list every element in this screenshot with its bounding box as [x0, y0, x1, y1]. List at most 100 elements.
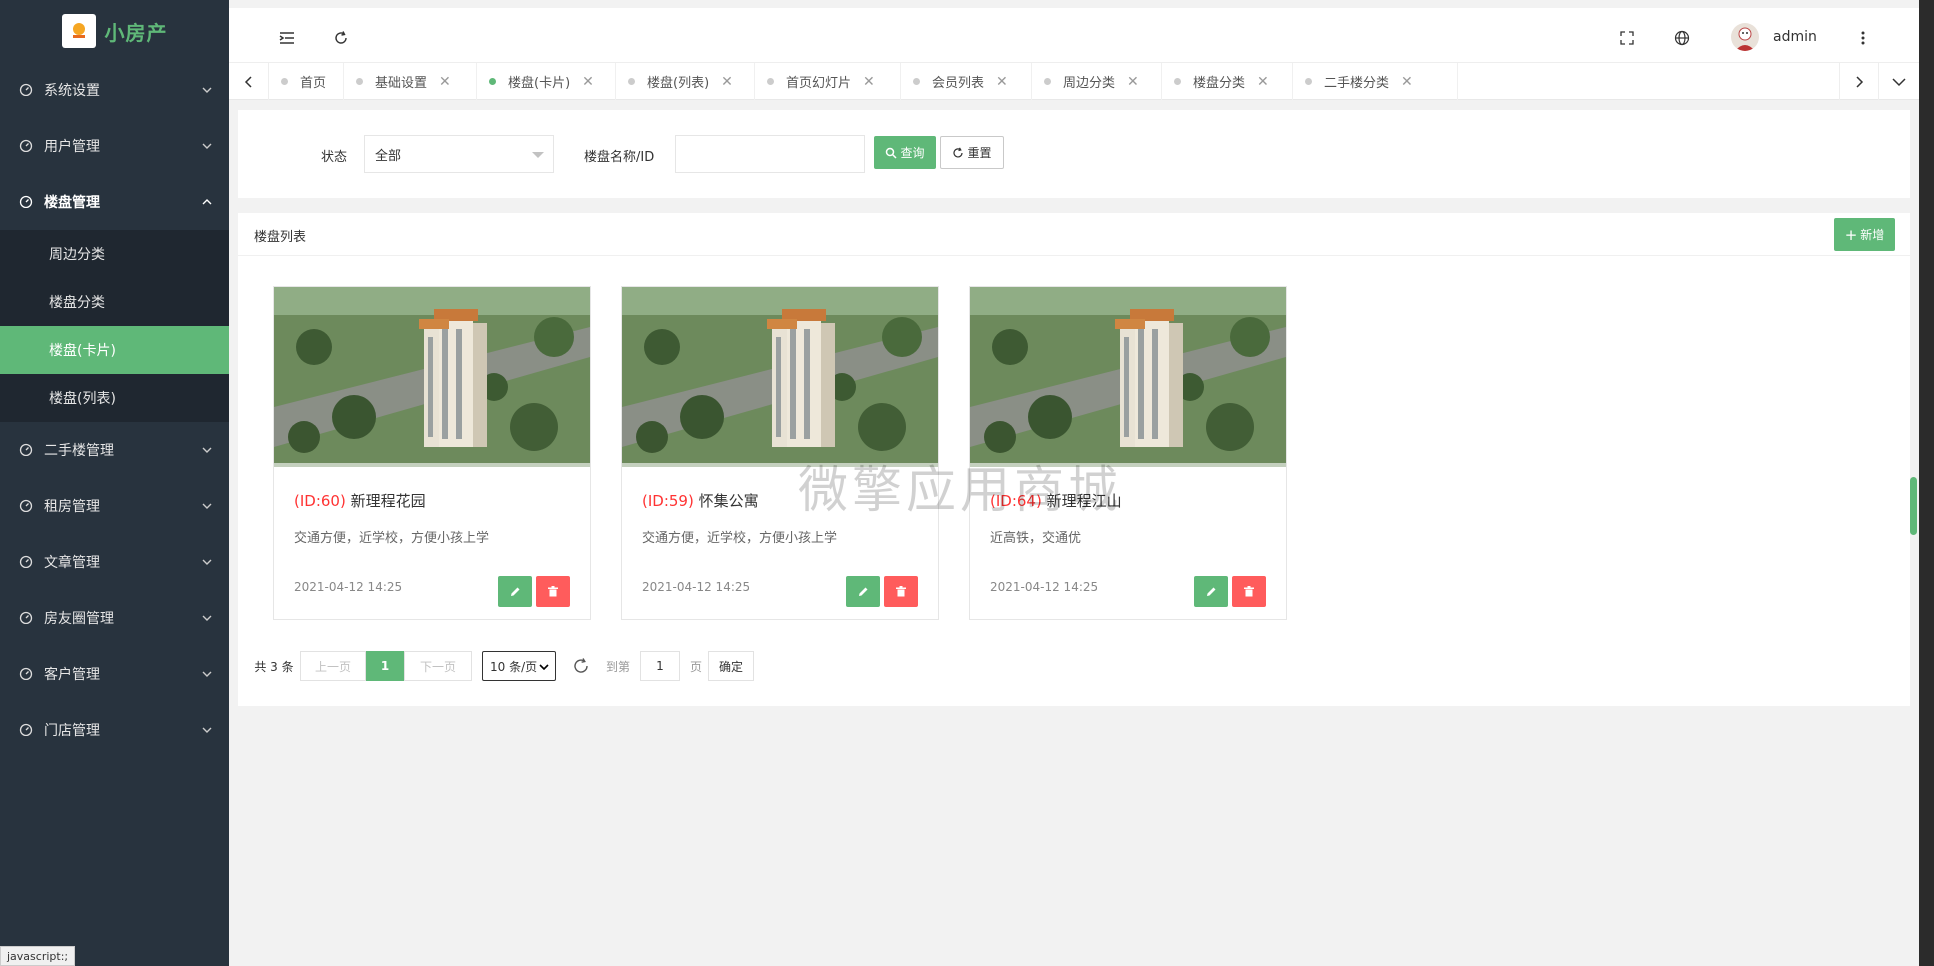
sidebar-item-system-settings[interactable]: 系统设置 — [0, 62, 229, 118]
sidebar-item-property-list[interactable]: 楼盘(列表) — [0, 374, 229, 422]
reset-button-label: 重置 — [967, 146, 992, 160]
tab-label: 楼盘分类 — [1193, 76, 1246, 91]
delete-button[interactable] — [536, 576, 570, 607]
tab-property-category[interactable]: 楼盘分类 ✕ — [1162, 63, 1293, 100]
app-root: 小房产 系统设置 用户管理 楼盘管理 周边分类 楼盘分类 楼盘(卡片) 楼盘(列… — [0, 0, 1934, 966]
tab-nearby-category[interactable]: 周边分类 ✕ — [1032, 63, 1162, 100]
property-image[interactable] — [274, 287, 590, 467]
pencil-icon — [1206, 587, 1215, 596]
edit-button[interactable] — [1194, 576, 1228, 607]
prev-page-button[interactable]: 上一页 — [300, 651, 366, 681]
close-icon[interactable]: ✕ — [721, 74, 733, 90]
tab-property-list[interactable]: 楼盘(列表) ✕ — [616, 63, 755, 100]
sidebar-item-property-card[interactable]: 楼盘(卡片) — [0, 326, 229, 374]
tab-basic-settings[interactable]: 基础设置 ✕ — [344, 63, 477, 100]
goto-page-input[interactable]: 1 — [640, 651, 680, 681]
total-count: 共 3 条 — [254, 659, 294, 674]
caret-down-icon — [532, 152, 544, 158]
sidebar-item-label: 客户管理 — [44, 667, 100, 683]
avatar[interactable] — [1731, 23, 1759, 51]
property-image[interactable] — [622, 287, 938, 467]
name-label: 楼盘名称/ID — [584, 150, 655, 165]
tabs-scroll-left[interactable] — [229, 63, 269, 100]
sidebar-item-label: 系统设置 — [44, 83, 100, 99]
chevron-left-icon — [244, 75, 252, 88]
fullscreen-icon[interactable] — [1617, 28, 1637, 48]
tab-home-slides[interactable]: 首页幻灯片 ✕ — [755, 63, 901, 100]
page-1-button[interactable]: 1 — [366, 651, 404, 681]
close-icon[interactable]: ✕ — [863, 74, 875, 90]
property-image[interactable] — [970, 287, 1286, 467]
goto-confirm-button[interactable]: 确定 — [708, 651, 754, 681]
property-card: (ID:60) 新理程花园 交通方便，近学校，方便小孩上学 2021-04-12… — [273, 286, 591, 620]
sidebar-item-nearby-category[interactable]: 周边分类 — [0, 230, 229, 278]
chevron-down-icon — [201, 668, 213, 680]
page-size-select[interactable]: 10 条/页 — [482, 651, 556, 681]
sidebar-item-property-management[interactable]: 楼盘管理 — [0, 174, 229, 230]
status-select-value: 全部 — [375, 148, 402, 164]
edit-button[interactable] — [846, 576, 880, 607]
scrollbar-thumb[interactable] — [1910, 477, 1917, 535]
tabs-scroll-right[interactable] — [1839, 63, 1879, 100]
dashboard-icon — [19, 138, 35, 154]
close-icon[interactable]: ✕ — [1401, 74, 1413, 90]
refresh-icon[interactable] — [331, 28, 351, 48]
trash-icon — [896, 586, 906, 597]
sidebar-item-stores[interactable]: 门店管理 — [0, 702, 229, 758]
tab-label: 首页幻灯片 — [786, 76, 852, 91]
sidebar-item-property-category[interactable]: 楼盘分类 — [0, 278, 229, 326]
chevron-down-icon — [201, 612, 213, 624]
trash-icon — [1244, 586, 1254, 597]
sidebar-item-rental[interactable]: 租房管理 — [0, 478, 229, 534]
sidebar-item-customers[interactable]: 客户管理 — [0, 646, 229, 702]
sidebar-item-label: 门店管理 — [44, 723, 100, 739]
divider — [238, 255, 1910, 256]
username[interactable]: admin — [1773, 29, 1817, 45]
dashboard-icon — [19, 610, 35, 626]
sidebar-item-label: 文章管理 — [44, 555, 100, 571]
refresh-page-icon[interactable] — [570, 651, 592, 681]
sidebar-item-community[interactable]: 房友圈管理 — [0, 590, 229, 646]
search-button[interactable]: 查询 — [874, 136, 936, 169]
delete-button[interactable] — [1232, 576, 1266, 607]
tab-label: 基础设置 — [375, 76, 428, 91]
menu-toggle-icon[interactable] — [277, 28, 297, 48]
tab-home[interactable]: 首页 — [269, 63, 344, 100]
property-id: (ID:59) — [642, 492, 694, 510]
globe-icon[interactable] — [1672, 28, 1692, 48]
tab-member-list[interactable]: 会员列表 ✕ — [901, 63, 1032, 100]
sidebar-item-label: 二手楼管理 — [44, 443, 114, 459]
sidebar: 小房产 系统设置 用户管理 楼盘管理 周边分类 楼盘分类 楼盘(卡片) 楼盘(列… — [0, 0, 229, 966]
property-description: 交通方便，近学校，方便小孩上学 — [642, 531, 838, 546]
close-icon[interactable]: ✕ — [1257, 74, 1269, 90]
tab-dot — [1174, 78, 1181, 85]
tab-property-card[interactable]: 楼盘(卡片) ✕ — [477, 63, 616, 100]
tab-label: 楼盘(卡片) — [508, 76, 571, 91]
filter-panel: 状态 全部 楼盘名称/ID 查询 重置 — [238, 110, 1910, 198]
sidebar-item-user-management[interactable]: 用户管理 — [0, 118, 229, 174]
search-button-label: 查询 — [900, 146, 925, 160]
chevron-down-icon — [201, 140, 213, 152]
next-page-button[interactable]: 下一页 — [404, 651, 472, 681]
tab-secondhand-category[interactable]: 二手楼分类 ✕ — [1293, 63, 1458, 100]
add-button[interactable]: + 新增 — [1834, 218, 1895, 251]
more-vertical-icon[interactable] — [1853, 28, 1873, 48]
close-icon[interactable]: ✕ — [439, 74, 451, 90]
status-select[interactable]: 全部 — [364, 135, 554, 173]
chevron-down-icon — [201, 724, 213, 736]
reset-button[interactable]: 重置 — [940, 136, 1004, 169]
close-icon[interactable]: ✕ — [582, 74, 594, 90]
sidebar-item-secondhand[interactable]: 二手楼管理 — [0, 422, 229, 478]
sidebar-item-articles[interactable]: 文章管理 — [0, 534, 229, 590]
edit-button[interactable] — [498, 576, 532, 607]
name-input[interactable] — [675, 135, 865, 173]
tabs-dropdown[interactable] — [1879, 63, 1919, 100]
delete-button[interactable] — [884, 576, 918, 607]
property-description: 近高铁，交通优 — [990, 531, 1082, 546]
close-icon[interactable]: ✕ — [1127, 74, 1139, 90]
property-date: 2021-04-12 14:25 — [642, 580, 751, 594]
sidebar-item-label: 用户管理 — [44, 139, 100, 155]
logo[interactable]: 小房产 — [0, 0, 229, 62]
close-icon[interactable]: ✕ — [996, 74, 1008, 90]
refresh-icon — [953, 146, 964, 157]
